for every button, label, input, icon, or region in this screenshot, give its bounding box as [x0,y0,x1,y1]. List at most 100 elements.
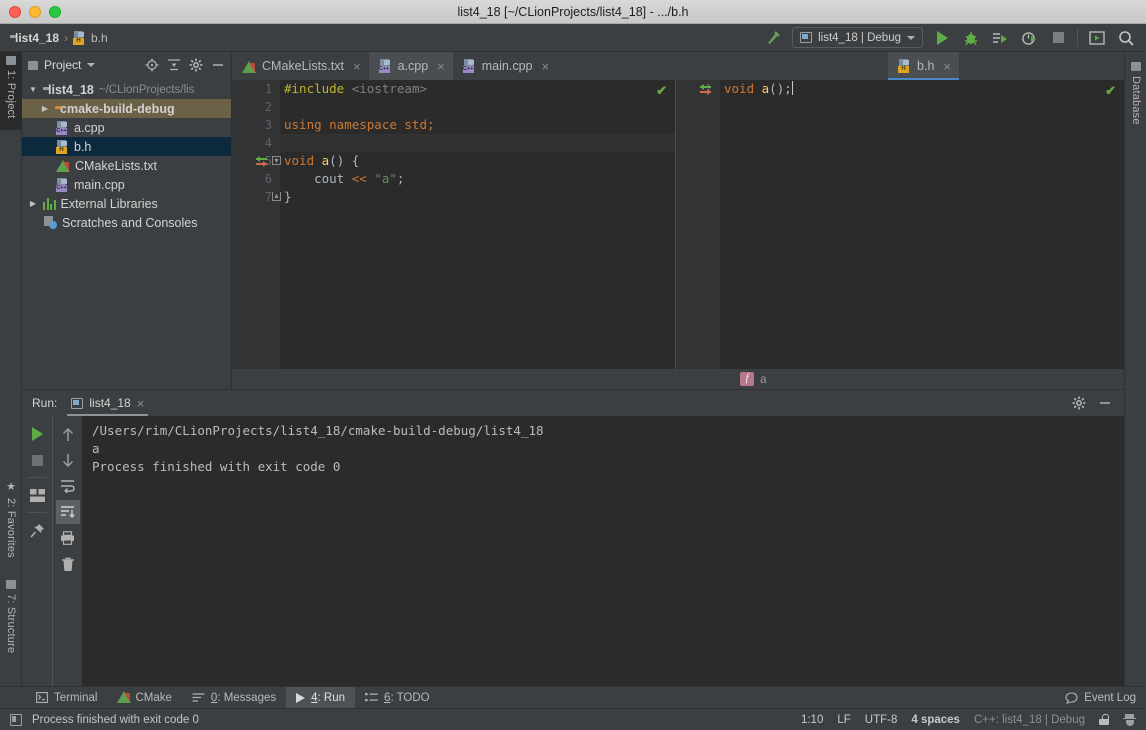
bottom-tab-todo[interactable]: 6: TODO [355,687,440,709]
run-button[interactable] [932,28,952,48]
toolbar-divider [1077,28,1078,47]
tree-row-a-cpp[interactable]: C++ a.cpp [22,118,231,137]
breadcrumb-function[interactable]: f a [740,372,767,386]
settings-gear-icon[interactable] [1072,396,1086,410]
editor-text-b-h[interactable]: void a(); [720,80,1124,389]
stop-process-button[interactable] [25,448,49,472]
sidebar-item-structure[interactable]: 7: Structure [0,576,22,670]
preview-icon[interactable] [1087,28,1107,48]
status-bar: Process finished with exit code 0 1:10 L… [0,708,1146,730]
run-session-tab[interactable]: list4_18 × [67,390,149,416]
indent-indicator[interactable]: 4 spaces [911,714,960,726]
editor-splitter: 1 2 3 4 5 6 7 ▾ ▴ #include <iostream> us… [232,80,1124,389]
function-badge-icon: f [740,372,754,386]
inspection-ok-icon[interactable]: ✔ [656,83,667,99]
sidebar-item-project[interactable]: 1: Project [0,52,22,130]
bottom-tab-terminal[interactable]: Terminal [26,687,107,709]
code-line-1: void a(); [724,81,794,96]
tree-row-main-cpp[interactable]: C++ main.cpp [22,175,231,194]
editor-pane-a-cpp[interactable]: 1 2 3 4 5 6 7 ▾ ▴ #include <iostream> us… [232,80,676,389]
event-log-label: Event Log [1084,691,1136,704]
unlocked-icon[interactable] [1099,714,1109,725]
run-console-output[interactable]: /Users/rim/CLionProjects/list4_18/cmake-… [82,416,1124,686]
hide-icon[interactable] [1098,396,1112,410]
sidebar-item-favorites[interactable]: ★ 2: Favorites [0,476,22,572]
run-panel-header: Run: list4_18 × [22,390,1124,416]
encoding-indicator[interactable]: UTF-8 [865,714,898,726]
editor-pane-b-h[interactable]: 1 void a(); ✔ [676,80,1124,389]
profiler-icon[interactable] [1019,28,1039,48]
settings-gear-icon[interactable] [189,58,203,72]
hide-icon[interactable] [211,58,225,72]
breadcrumb-label: list4_18 [15,30,60,45]
tab-label: main.cpp [481,59,533,73]
chevron-down-icon [87,63,96,67]
search-icon[interactable] [1116,28,1136,48]
tree-row-b-h[interactable]: H b.h [22,137,231,156]
implementation-marker-icon[interactable] [256,155,270,168]
chevron-expanded-icon[interactable]: ▼ [28,85,38,94]
chevron-collapsed-icon[interactable]: ▶ [40,104,50,113]
tree-row-project-root[interactable]: ▼ list4_18 ~/CLionProjects/lis [22,80,231,99]
sidebar-item-label: 1: Project [5,70,17,119]
bottom-tab-run[interactable]: 4: Run [286,686,356,709]
close-icon[interactable]: × [541,59,549,74]
implementation-marker-icon[interactable] [700,83,714,96]
tree-row-scratches[interactable]: Scratches and Consoles [22,213,231,232]
run-config-icon [800,32,813,43]
editor-text-a-cpp[interactable]: #include <iostream> using namespace std;… [280,80,675,389]
tab-main-cpp[interactable]: C++ main.cpp × [453,52,557,80]
rerun-button[interactable] [25,422,49,446]
tab-cmakelists-txt[interactable]: CMakeLists.txt × [232,52,369,80]
line-separator-indicator[interactable]: LF [837,714,850,726]
build-hammer-icon[interactable] [763,28,783,48]
bottom-tab-messages[interactable]: 0: Messages [182,687,286,709]
editor-gutter[interactable]: 1 [676,80,720,389]
line-number: 1 [264,82,272,96]
coverage-icon[interactable] [990,28,1010,48]
tab-a-cpp[interactable]: C++ a.cpp × [368,52,453,80]
project-panel-title-dropdown[interactable]: Project [28,58,96,72]
close-icon[interactable]: × [943,59,951,74]
chevron-collapsed-icon[interactable]: ▶ [28,199,38,208]
collapse-all-icon[interactable] [167,58,181,72]
down-occurrence-button[interactable] [56,448,80,472]
editor-gutter[interactable]: 1 2 3 4 5 6 7 ▾ ▴ [232,80,281,389]
tree-row-external-libraries[interactable]: ▶ External Libraries [22,194,231,213]
locate-icon[interactable] [145,58,159,72]
caret-position-indicator[interactable]: 1:10 [801,714,823,726]
code-line-5: void a() { [284,153,360,168]
cpp-file-icon: C++ [56,177,69,192]
tree-row-cmake-build-debug[interactable]: ▶ cmake-build-debug [22,99,231,118]
sidebar-item-database[interactable]: Database [1125,58,1146,144]
tab-b-h[interactable]: H b.h × [888,52,959,80]
debug-bug-icon[interactable] [961,28,981,48]
scroll-to-end-button[interactable] [55,500,80,524]
h-file-icon: H [73,30,86,45]
toggle-sidebar-icon[interactable] [10,713,22,726]
clear-all-button[interactable] [56,552,80,576]
stop-icon[interactable] [1048,28,1068,48]
bottom-tab-cmake[interactable]: CMake [107,687,181,709]
close-icon[interactable]: × [353,59,361,74]
close-icon[interactable]: × [437,59,445,74]
hector-inspection-icon[interactable] [1123,713,1136,726]
close-icon[interactable]: × [137,396,145,411]
layout-settings-button[interactable] [25,483,49,507]
run-configuration-selector[interactable]: list4_18 | Debug [792,27,923,48]
cpp-file-icon: C++ [56,120,69,135]
run-panel-right-toolbar [52,416,82,686]
tree-row-cmakelists[interactable]: CMakeLists.txt [22,156,231,175]
terminal-icon [36,692,48,703]
breadcrumb-item-project[interactable]: list4_18 [10,31,59,45]
breadcrumb-item-file[interactable]: H b.h [73,30,108,45]
pin-tab-button[interactable] [25,518,49,542]
print-button[interactable] [56,526,80,550]
run-tool-window: Run: list4_18 × /Users/rim/CLionProjects… [22,389,1124,686]
event-log-button[interactable]: Event Log [1065,692,1146,704]
toolchain-indicator[interactable]: C++: list4_18 | Debug [974,714,1085,726]
inspection-ok-icon[interactable]: ✔ [1105,83,1116,99]
soft-wrap-button[interactable] [56,474,80,498]
up-occurrence-button[interactable] [56,422,80,446]
tree-row-label: a.cpp [74,120,105,135]
